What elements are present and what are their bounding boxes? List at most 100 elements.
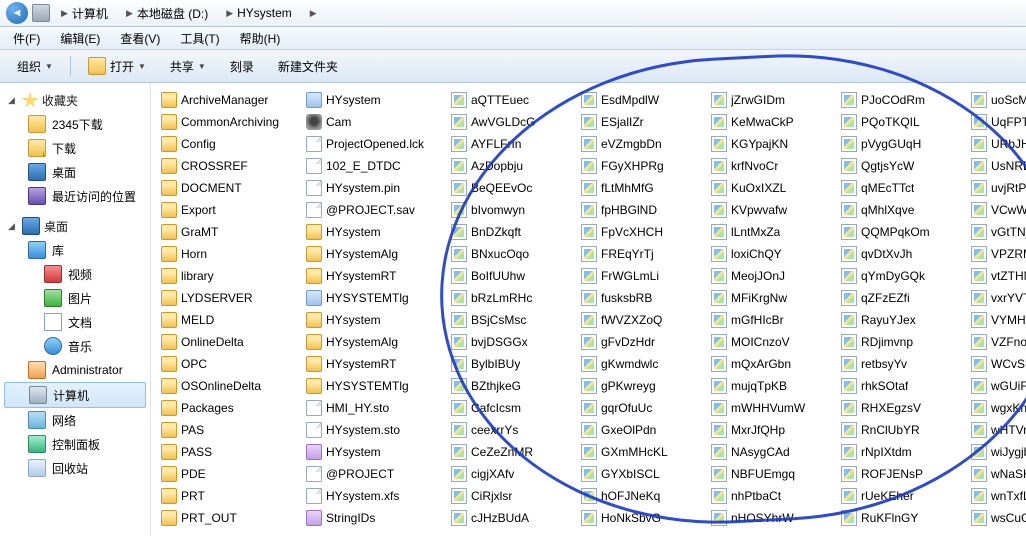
sidebar-item[interactable]: 视频 bbox=[0, 262, 150, 286]
sidebar-item-computer[interactable]: 计算机 bbox=[4, 382, 146, 408]
file-item[interactable]: AzDopbju bbox=[447, 155, 577, 177]
file-item[interactable]: QQMPqkOm bbox=[837, 221, 967, 243]
sidebar-item[interactable]: 2345下载 bbox=[0, 112, 150, 136]
file-item[interactable]: qMhlXqve bbox=[837, 199, 967, 221]
file-item[interactable]: AYFLFrIn bbox=[447, 133, 577, 155]
file-item[interactable]: qZFzEZfi bbox=[837, 287, 967, 309]
file-item[interactable]: RnClUbYR bbox=[837, 419, 967, 441]
file-item[interactable]: HYSYSTEMTlg bbox=[302, 287, 447, 309]
file-item[interactable]: lLntMxZa bbox=[707, 221, 837, 243]
sidebar-desktop[interactable]: ◢桌面 bbox=[0, 214, 150, 238]
file-item[interactable]: vtZTHNkK bbox=[967, 265, 1026, 287]
file-item[interactable]: BZthjkeG bbox=[447, 375, 577, 397]
menu-tools[interactable]: 工具(T) bbox=[171, 27, 228, 50]
file-item[interactable]: MOICnzoV bbox=[707, 331, 837, 353]
file-item[interactable]: GraMT bbox=[157, 221, 302, 243]
file-item[interactable]: DOCMENT bbox=[157, 177, 302, 199]
file-item[interactable]: CafcIcsm bbox=[447, 397, 577, 419]
file-item[interactable]: 102_E_DTDC bbox=[302, 155, 447, 177]
file-item[interactable]: BylbIBUy bbox=[447, 353, 577, 375]
menu-help[interactable]: 帮助(H) bbox=[231, 27, 290, 50]
file-item[interactable]: HYsystemRT bbox=[302, 353, 447, 375]
file-item[interactable]: RHXEgzsV bbox=[837, 397, 967, 419]
file-item[interactable]: PRT_OUT bbox=[157, 507, 302, 529]
share-button[interactable]: 共享▼ bbox=[159, 53, 217, 80]
file-item[interactable]: ROFJENsP bbox=[837, 463, 967, 485]
file-item[interactable]: KVpwvafw bbox=[707, 199, 837, 221]
file-item[interactable]: @PROJECT.sav bbox=[302, 199, 447, 221]
file-item[interactable]: vGtTNjSG bbox=[967, 221, 1026, 243]
file-item[interactable]: HYSYSTEMTlg bbox=[302, 375, 447, 397]
file-item[interactable]: PJoCOdRm bbox=[837, 89, 967, 111]
file-item[interactable]: MELD bbox=[157, 309, 302, 331]
file-item[interactable]: bRzLmRHc bbox=[447, 287, 577, 309]
file-item[interactable]: StringIDs bbox=[302, 507, 447, 529]
file-item[interactable]: KuOxIXZL bbox=[707, 177, 837, 199]
file-item[interactable]: gFvDzHdr bbox=[577, 331, 707, 353]
file-item[interactable]: UqFPTtWA bbox=[967, 111, 1026, 133]
file-item[interactable]: HYsystem bbox=[302, 221, 447, 243]
breadcrumb-segment[interactable]: ▶计算机 bbox=[54, 2, 115, 25]
sidebar-favorites[interactable]: ◢收藏夹 bbox=[0, 89, 150, 112]
file-item[interactable]: QgtjsYcW bbox=[837, 155, 967, 177]
file-item[interactable]: mGfHIcBr bbox=[707, 309, 837, 331]
file-item[interactable]: nhPtbaCt bbox=[707, 485, 837, 507]
file-item[interactable]: HYsystem.xfs bbox=[302, 485, 447, 507]
file-item[interactable]: HYsystem.sto bbox=[302, 419, 447, 441]
file-item[interactable]: AwVGLDcG bbox=[447, 111, 577, 133]
file-item[interactable]: wnTxfLaW bbox=[967, 485, 1026, 507]
file-item[interactable]: gPKwreyg bbox=[577, 375, 707, 397]
file-item[interactable]: BnDZkqft bbox=[447, 221, 577, 243]
file-item[interactable]: PQoTKQIL bbox=[837, 111, 967, 133]
file-item[interactable]: ProjectOpened.lck bbox=[302, 133, 447, 155]
file-item[interactable]: GxeOlPdn bbox=[577, 419, 707, 441]
file-item[interactable]: bIvomwyn bbox=[447, 199, 577, 221]
file-item[interactable]: wGUiFrcg bbox=[967, 375, 1026, 397]
file-item[interactable]: NBFUEmgq bbox=[707, 463, 837, 485]
sidebar-item[interactable]: 最近访问的位置 bbox=[0, 184, 150, 208]
file-item[interactable]: CommonArchiving bbox=[157, 111, 302, 133]
file-item[interactable]: LYDSERVER bbox=[157, 287, 302, 309]
file-item[interactable]: PDE bbox=[157, 463, 302, 485]
file-item[interactable]: cJHzBUdA bbox=[447, 507, 577, 529]
file-item[interactable]: KGYpajKN bbox=[707, 133, 837, 155]
file-item[interactable]: uvjRtPwX bbox=[967, 177, 1026, 199]
file-item[interactable]: NAsygCAd bbox=[707, 441, 837, 463]
file-item[interactable]: OnlineDelta bbox=[157, 331, 302, 353]
file-item[interactable]: mWHHVumW bbox=[707, 397, 837, 419]
file-item[interactable]: HYsystemAlg bbox=[302, 331, 447, 353]
sidebar-item[interactable]: 桌面 bbox=[0, 160, 150, 184]
breadcrumb-arrow[interactable]: ▶ bbox=[303, 5, 324, 22]
file-item[interactable]: VPZRMFg bbox=[967, 243, 1026, 265]
file-item[interactable]: uoScMFCF bbox=[967, 89, 1026, 111]
file-item[interactable]: rhkSOtaf bbox=[837, 375, 967, 397]
file-item[interactable]: jZrwGIDm bbox=[707, 89, 837, 111]
file-item[interactable]: wHTVrWy bbox=[967, 419, 1026, 441]
file-item[interactable]: BeQEEvOc bbox=[447, 177, 577, 199]
file-item[interactable]: MxrJfQHp bbox=[707, 419, 837, 441]
file-item[interactable]: fLtMhMfG bbox=[577, 177, 707, 199]
file-item[interactable]: ESjalIZr bbox=[577, 111, 707, 133]
breadcrumb-segment[interactable]: ▶HYsystem bbox=[219, 3, 299, 23]
file-item[interactable]: rUeKEher bbox=[837, 485, 967, 507]
file-item[interactable]: eVZmgbDn bbox=[577, 133, 707, 155]
sidebar-item[interactable]: 文档 bbox=[0, 310, 150, 334]
sidebar-item-network[interactable]: 网络 bbox=[0, 408, 150, 432]
file-item[interactable]: HMI_HY.sto bbox=[302, 397, 447, 419]
file-item[interactable]: qvDtXvJh bbox=[837, 243, 967, 265]
file-item[interactable]: WCvSUCn bbox=[967, 353, 1026, 375]
file-item[interactable]: vxrYVTVS bbox=[967, 287, 1026, 309]
menu-edit[interactable]: 编辑(E) bbox=[51, 27, 109, 50]
file-item[interactable]: BSjCsMsc bbox=[447, 309, 577, 331]
file-item[interactable]: FREqYrTj bbox=[577, 243, 707, 265]
file-item[interactable]: Config bbox=[157, 133, 302, 155]
sidebar-item[interactable]: 音乐 bbox=[0, 334, 150, 358]
file-item[interactable]: GYXbISCL bbox=[577, 463, 707, 485]
breadcrumb-segment[interactable]: ▶本地磁盘 (D:) bbox=[119, 2, 215, 25]
file-item[interactable]: HYsystem bbox=[302, 441, 447, 463]
file-item[interactable]: VYMHEDS bbox=[967, 309, 1026, 331]
burn-button[interactable]: 刻录 bbox=[219, 53, 265, 80]
file-item[interactable]: Export bbox=[157, 199, 302, 221]
file-item[interactable]: gKwmdwlc bbox=[577, 353, 707, 375]
file-item[interactable]: CiRjxlsr bbox=[447, 485, 577, 507]
